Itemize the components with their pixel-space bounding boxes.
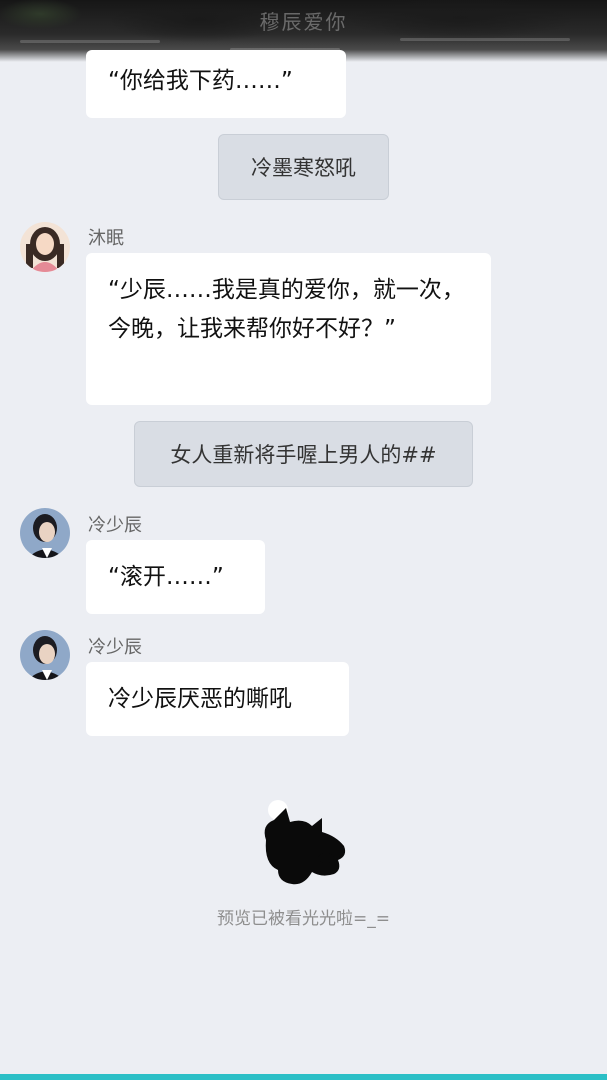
chat-screen: 穆辰爱你 “你给我下药……” 冷墨寒怒吼 沐眠 “少辰……我是真的爱你，就一次，…	[0, 0, 607, 1080]
message-text: 冷少辰厌恶的嘶吼	[108, 686, 292, 712]
header-title: 穆辰爱你	[259, 10, 348, 34]
speaker-name: 冷少辰	[88, 515, 142, 536]
female-avatar[interactable]	[20, 222, 70, 272]
narration-bubble: 女人重新将手喔上男人的##	[134, 421, 473, 487]
male-avatar[interactable]	[20, 630, 70, 680]
speaker-name: 沐眠	[88, 228, 124, 249]
preview-end-text: 预览已被看光光啦=_=	[217, 909, 390, 929]
progress-bar	[0, 1074, 607, 1080]
speaker-name: 冷少辰	[88, 637, 142, 658]
message-bubble: “少辰……我是真的爱你，就一次，今晚，让我来帮你好不好？”	[86, 253, 491, 405]
message-bubble: “滚开……”	[86, 540, 265, 614]
narration-text: 女人重新将手喔上男人的##	[170, 443, 437, 467]
narration-text: 冷墨寒怒吼	[251, 156, 356, 180]
sleeping-cat-icon	[264, 800, 346, 885]
male-avatar[interactable]	[20, 508, 70, 558]
message-bubble: “你给我下药……”	[86, 50, 346, 118]
narration-bubble: 冷墨寒怒吼	[218, 134, 389, 200]
message-text: “少辰……我是真的爱你，就一次，今晚，让我来帮你好不好？”	[108, 277, 465, 342]
message-text: “滚开……”	[108, 564, 224, 590]
message-text: “你给我下药……”	[108, 68, 293, 94]
message-bubble: 冷少辰厌恶的嘶吼	[86, 662, 349, 736]
